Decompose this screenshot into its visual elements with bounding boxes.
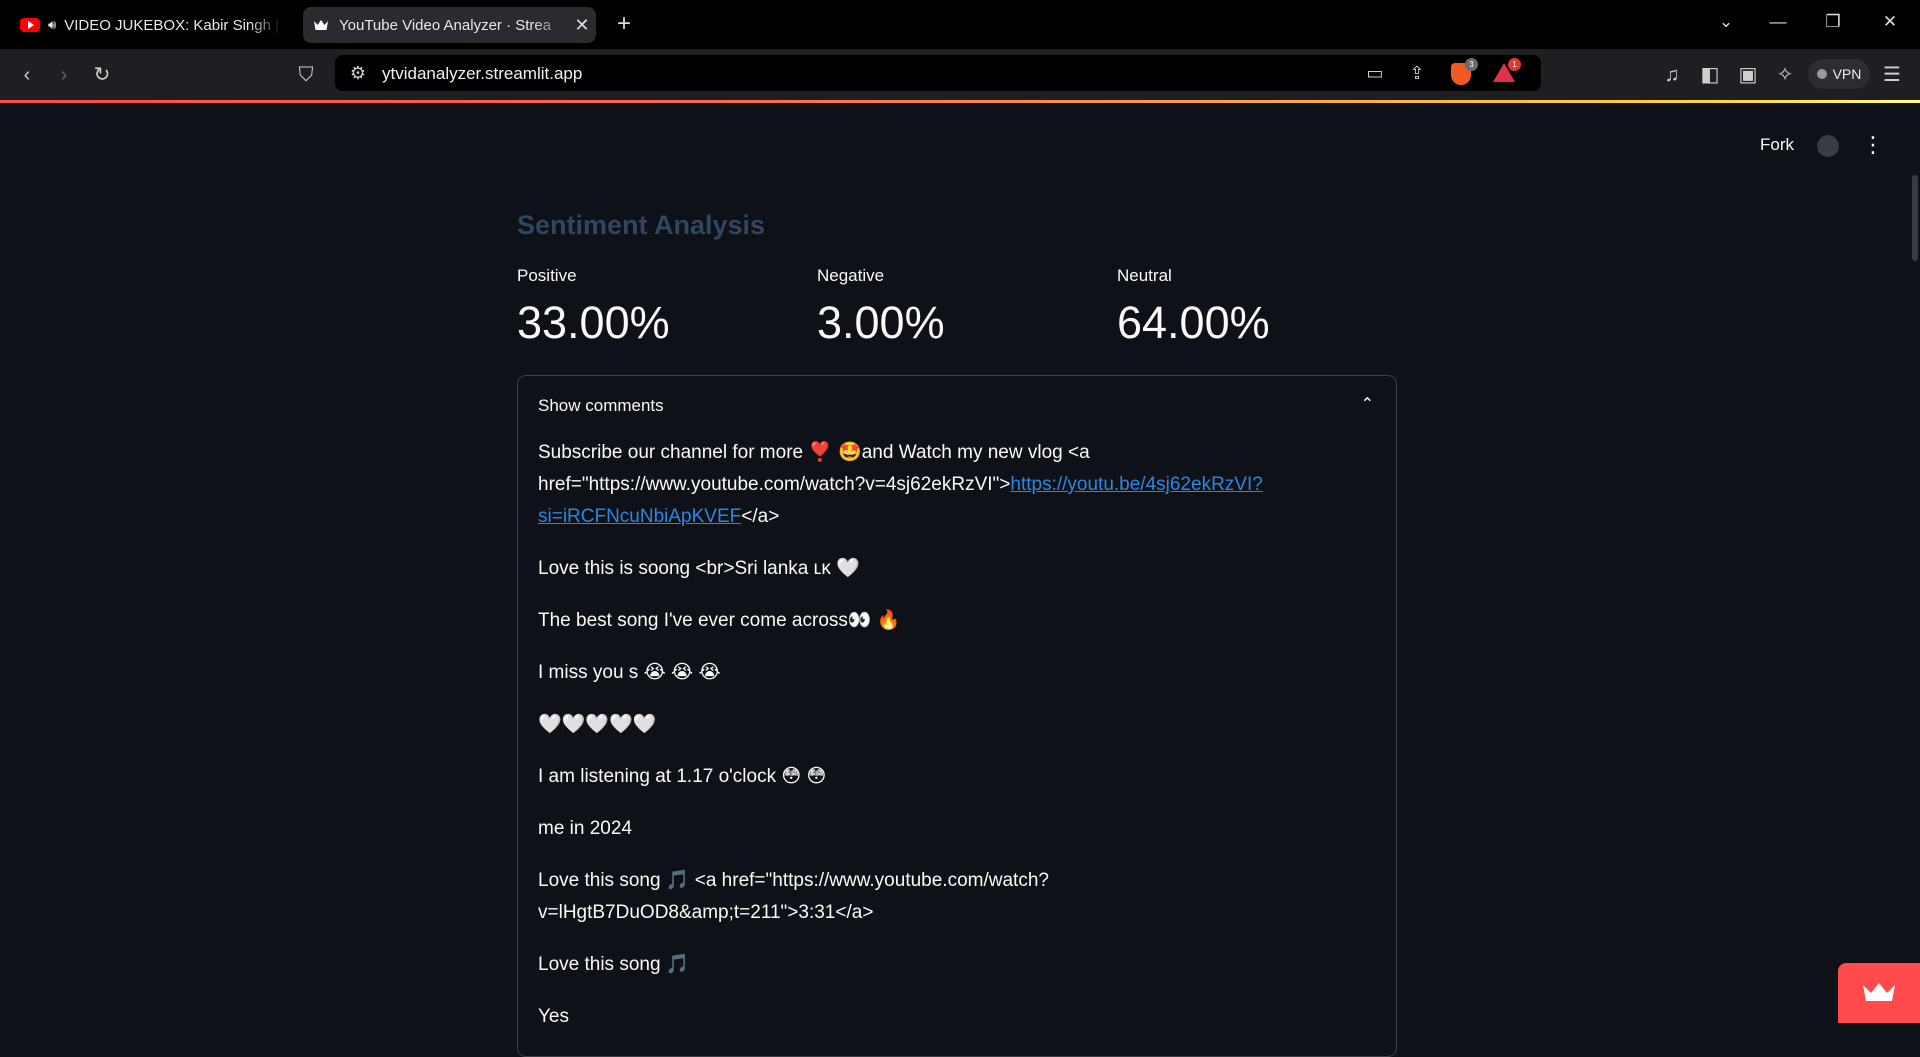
vpn-label: VPN	[1832, 66, 1862, 82]
metric-negative: Negative 3.00%	[817, 266, 945, 345]
reload-icon[interactable]: ↻	[89, 62, 115, 88]
comment-text: Subscribe our channel for more	[538, 442, 809, 463]
brave-rewards-icon[interactable]: 1	[1491, 58, 1521, 86]
tab-search-chevron-icon[interactable]: ⌄	[1706, 12, 1746, 32]
metric-value: 64.00%	[1117, 297, 1270, 348]
youtube-icon	[20, 18, 40, 32]
metric-label: Positive	[517, 266, 577, 285]
share-icon[interactable]: ⇪	[1404, 60, 1430, 86]
github-icon[interactable]	[1817, 135, 1839, 157]
vpn-button[interactable]: VPN	[1808, 59, 1870, 89]
metric-value: 3.00%	[817, 297, 945, 348]
comment-emoji: ❣️ 🤩	[808, 441, 862, 463]
vpn-status-icon	[1816, 69, 1827, 79]
comment-item: 🤍🤍🤍🤍🤍	[538, 714, 657, 735]
metric-label: Negative	[817, 266, 885, 285]
metric-neutral: Neutral 64.00%	[1117, 266, 1270, 345]
metric-value: 33.00%	[517, 297, 670, 348]
chevron-up-icon[interactable]: ⌃	[1361, 394, 1374, 414]
streamlit-header-decoration	[0, 100, 1920, 103]
shield-count: 3	[1465, 58, 1478, 71]
bookmark-icon[interactable]: ⛉	[293, 62, 319, 88]
comment-item: Subscribe our channel for more ❣️ 🤩and W…	[538, 436, 1378, 533]
comment-item: I am listening at 1.17 o'clock 😳 😳	[538, 766, 827, 787]
section-title: Sentiment Analysis	[517, 210, 766, 240]
forward-icon[interactable]: ›	[51, 62, 77, 88]
comment-item: I miss you s 😭 😭 😭	[538, 662, 721, 683]
comment-item: Love this song 🎵	[538, 954, 690, 975]
comments-expander: Show comments ⌃ Subscribe our channel fo…	[517, 375, 1397, 1057]
comment-item: Love this is soong <br>Sri lanka ʟᴋ 🤍	[538, 558, 860, 579]
browser-toolbar: ‹ › ↻ ⛉ ⚙ ytvidanalyzer.streamlit.app ▭ …	[0, 49, 1920, 102]
new-tab-button[interactable]: +	[612, 10, 636, 38]
sidebar-icon[interactable]: ◧	[1697, 62, 1723, 88]
comment-item: Yes	[538, 1006, 569, 1027]
cast-icon[interactable]: ▭	[1362, 60, 1388, 86]
comment-item: The best song I've ever come across👀 🔥	[538, 610, 901, 631]
comment-item: me in 2024	[538, 818, 633, 839]
main-menu-icon[interactable]: ⋮	[1862, 131, 1884, 159]
metric-label: Neutral	[1117, 266, 1172, 285]
tab-title: VIDEO JUKEBOX: Kabir Singh | S	[64, 16, 282, 34]
restore-icon[interactable]: ❐	[1813, 12, 1853, 32]
tab-youtube-video-analyzer[interactable]: YouTube Video Analyzer · Strea ✕	[303, 7, 596, 43]
close-window-icon[interactable]: ✕	[1870, 12, 1910, 32]
metric-positive: Positive 33.00%	[517, 266, 670, 345]
close-tab-icon[interactable]: ✕	[568, 15, 596, 36]
tab-video-jukebox[interactable]: 🔊︎ VIDEO JUKEBOX: Kabir Singh | S	[12, 7, 282, 43]
url-text[interactable]: ytvidanalyzer.streamlit.app	[382, 64, 582, 84]
rewards-count: 1	[1508, 58, 1521, 71]
address-bar[interactable]: ⚙ ytvidanalyzer.streamlit.app ▭ ⇪ 3 1	[335, 55, 1541, 91]
leo-ai-icon[interactable]: ✧	[1772, 62, 1798, 88]
minimize-icon[interactable]: —	[1758, 12, 1798, 32]
browser-tab-bar: 🔊︎ VIDEO JUKEBOX: Kabir Singh | S YouTub…	[0, 0, 1920, 49]
speaker-icon[interactable]: 🔊︎	[48, 17, 56, 33]
brave-shields-icon[interactable]: 3	[1448, 58, 1478, 86]
streamlit-crown-icon	[1863, 983, 1895, 1001]
tab-title: YouTube Video Analyzer · Strea	[339, 16, 552, 34]
comments-list: Subscribe our channel for more ❣️ 🤩and W…	[538, 436, 1378, 1053]
menu-icon[interactable]: ☰	[1879, 62, 1905, 88]
wallet-icon[interactable]: ▣	[1735, 62, 1761, 88]
streamlit-crown-icon	[311, 18, 331, 32]
expander-header[interactable]: Show comments	[538, 396, 664, 416]
streamlit-cloud-badge[interactable]	[1838, 963, 1920, 1023]
back-icon[interactable]: ‹	[14, 62, 40, 88]
page-scrollbar[interactable]	[1912, 175, 1918, 261]
fork-button[interactable]: Fork	[1760, 135, 1794, 155]
music-icon[interactable]: ♫	[1659, 62, 1685, 88]
comment-text: </a>	[741, 506, 780, 527]
comment-item: Love this song 🎵 <a href="https://www.yo…	[538, 870, 1049, 923]
site-settings-icon[interactable]: ⚙	[345, 60, 371, 86]
